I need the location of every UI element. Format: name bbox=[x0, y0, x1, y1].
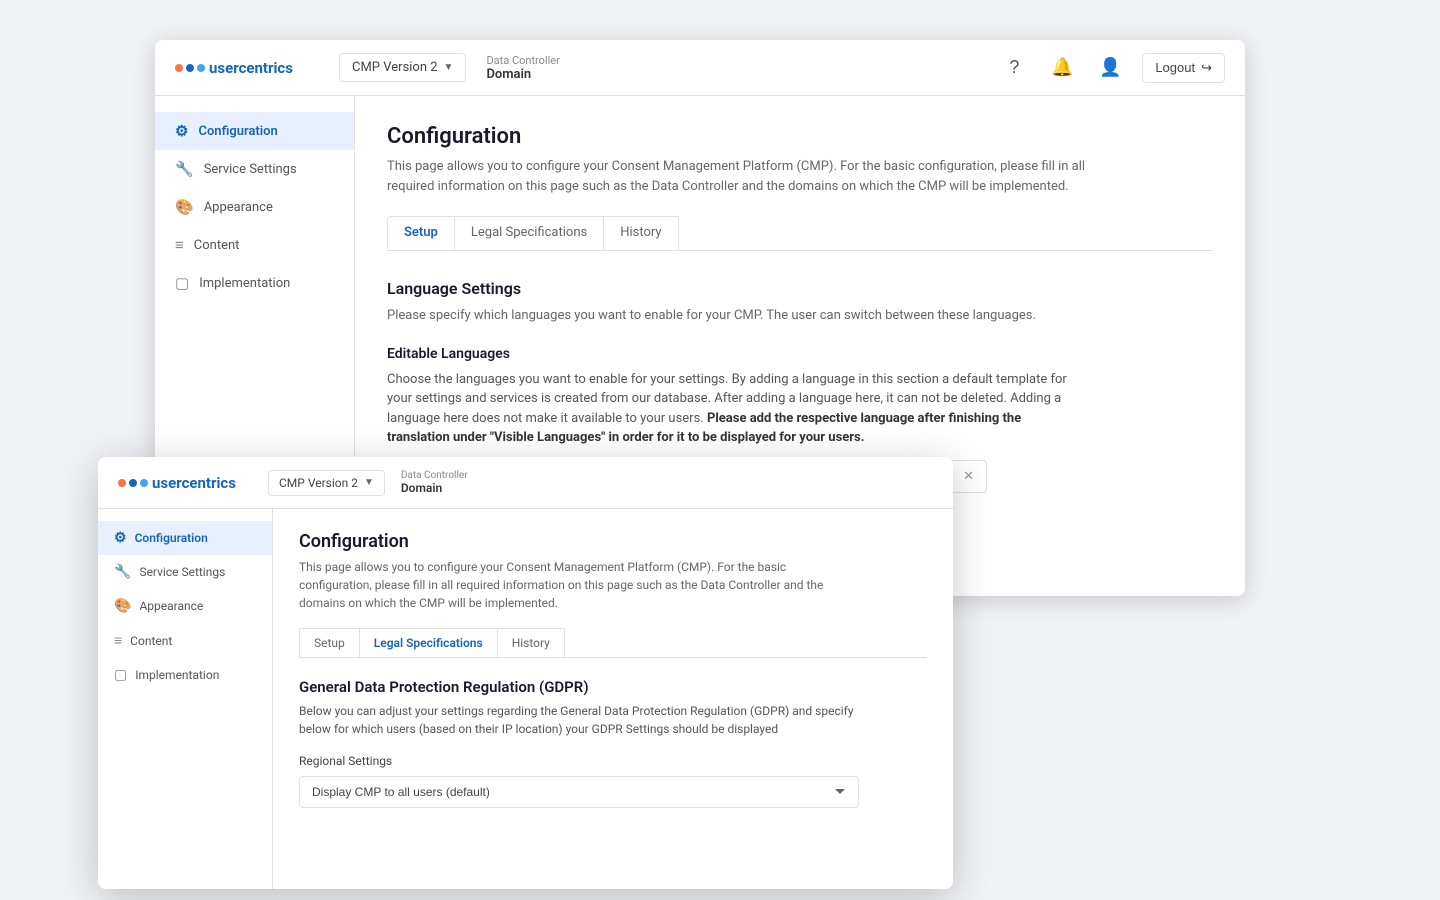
content-icon: ≡ bbox=[175, 236, 184, 254]
sidebar-item-appearance[interactable]: 🎨 Appearance bbox=[155, 188, 354, 226]
inner-dot-blue bbox=[129, 479, 137, 487]
sidebar-item-content[interactable]: ≡ Content bbox=[155, 226, 354, 264]
inner-window: usercentrics CMP Version 2 ▼ Data Contro… bbox=[98, 457, 953, 889]
inner-data-controller-label: Data Controller bbox=[401, 470, 468, 481]
tab-history[interactable]: History bbox=[603, 216, 678, 250]
data-controller: Data Controller Domain bbox=[486, 54, 559, 82]
sidebar-item-implementation[interactable]: ▢ Implementation bbox=[155, 264, 354, 302]
inner-logo-dots bbox=[118, 479, 148, 487]
help-button[interactable]: ? bbox=[998, 52, 1030, 84]
inner-page-description: This page allows you to configure your C… bbox=[299, 558, 859, 612]
inner-data-controller-value: Domain bbox=[401, 481, 468, 495]
editable-languages-desc: Choose the languages you want to enable … bbox=[387, 370, 1087, 448]
service-icon: 🔧 bbox=[175, 160, 194, 178]
inner-tab-legal-specifications[interactable]: Legal Specifications bbox=[359, 628, 498, 657]
dot-light-blue bbox=[197, 64, 205, 72]
inner-tab-legal-label: Legal Specifications bbox=[374, 636, 483, 650]
editable-languages-title: Editable Languages bbox=[387, 346, 1213, 362]
gear-icon: ⚙ bbox=[175, 122, 188, 140]
logo-plain: user bbox=[209, 59, 239, 77]
inner-logo-plain: user bbox=[152, 474, 182, 492]
inner-sidebar: ⚙ Configuration 🔧 Service Settings 🎨 App… bbox=[98, 509, 273, 889]
notifications-button[interactable]: 🔔 bbox=[1046, 52, 1078, 84]
inner-content-icon: ≡ bbox=[114, 632, 122, 649]
sidebar-item-service-settings[interactable]: 🔧 Service Settings bbox=[155, 150, 354, 188]
cmp-version-selector[interactable]: CMP Version 2 ▼ bbox=[339, 53, 466, 82]
outer-header: usercentrics CMP Version 2 ▼ Data Contro… bbox=[155, 40, 1245, 96]
inner-data-controller: Data Controller Domain bbox=[401, 470, 468, 495]
gdpr-title: General Data Protection Regulation (GDPR… bbox=[299, 678, 927, 696]
inner-tab-setup[interactable]: Setup bbox=[299, 628, 360, 657]
dot-orange bbox=[175, 64, 183, 72]
inner-layout: ⚙ Configuration 🔧 Service Settings 🎨 App… bbox=[98, 509, 953, 889]
inner-sidebar-item-service-settings[interactable]: 🔧 Service Settings bbox=[98, 555, 272, 589]
inner-implementation-icon: ▢ bbox=[114, 667, 127, 683]
sidebar-item-label: Content bbox=[194, 238, 240, 253]
inner-sidebar-label: Appearance bbox=[139, 599, 203, 613]
inner-header: usercentrics CMP Version 2 ▼ Data Contro… bbox=[98, 457, 953, 509]
inner-sidebar-item-appearance[interactable]: 🎨 Appearance bbox=[98, 589, 272, 623]
account-button[interactable]: 👤 bbox=[1094, 52, 1126, 84]
outer-logo: usercentrics bbox=[175, 59, 315, 77]
inner-sidebar-item-configuration[interactable]: ⚙ Configuration bbox=[98, 521, 272, 555]
sidebar-item-label: Implementation bbox=[199, 276, 290, 291]
page-title: Configuration bbox=[387, 124, 1213, 149]
inner-cmp-version-label: CMP Version 2 bbox=[279, 476, 358, 490]
chevron-down-icon: ▼ bbox=[444, 62, 454, 73]
regional-settings-select[interactable]: Display CMP to all users (default) Displ… bbox=[299, 776, 859, 808]
inner-page-title: Configuration bbox=[299, 531, 927, 552]
configuration-tabs: Setup Legal Specifications History bbox=[387, 216, 1213, 251]
logo-dots bbox=[175, 64, 205, 72]
inner-tab-history[interactable]: History bbox=[497, 628, 565, 657]
inner-tab-history-label: History bbox=[512, 636, 550, 650]
implementation-icon: ▢ bbox=[175, 274, 189, 292]
logout-label: Logout bbox=[1155, 60, 1195, 75]
inner-sidebar-item-content[interactable]: ≡ Content bbox=[98, 623, 272, 658]
inner-configuration-tabs: Setup Legal Specifications History bbox=[299, 628, 927, 658]
sidebar-item-label: Configuration bbox=[198, 124, 277, 139]
inner-cmp-version-selector[interactable]: CMP Version 2 ▼ bbox=[268, 470, 385, 496]
inner-tab-setup-label: Setup bbox=[314, 636, 345, 650]
header-right: ? 🔔 👤 Logout ↪ bbox=[998, 52, 1225, 84]
sidebar-item-configuration[interactable]: ⚙ Configuration bbox=[155, 112, 354, 150]
tab-history-label: History bbox=[620, 225, 661, 240]
tab-setup-label: Setup bbox=[404, 225, 438, 240]
inner-logo: usercentrics bbox=[118, 474, 248, 492]
inner-sidebar-label: Content bbox=[130, 634, 172, 648]
inner-appearance-icon: 🎨 bbox=[114, 598, 131, 614]
logo-text: usercentrics bbox=[209, 59, 293, 77]
logout-button[interactable]: Logout ↪ bbox=[1142, 53, 1225, 83]
cmp-version-label: CMP Version 2 bbox=[352, 60, 438, 75]
logout-icon: ↪ bbox=[1201, 60, 1212, 76]
gdpr-desc: Below you can adjust your settings regar… bbox=[299, 702, 859, 738]
clear-icon[interactable]: ✕ bbox=[963, 469, 974, 484]
inner-dot-orange bbox=[118, 479, 126, 487]
regional-settings-label: Regional Settings bbox=[299, 754, 927, 768]
tab-legal-label: Legal Specifications bbox=[471, 225, 587, 240]
data-controller-value: Domain bbox=[486, 67, 559, 82]
inner-service-icon: 🔧 bbox=[114, 564, 131, 580]
sidebar-item-label: Appearance bbox=[204, 200, 273, 215]
language-settings-title: Language Settings bbox=[387, 279, 1213, 298]
sidebar-item-label: Service Settings bbox=[204, 162, 297, 177]
inner-logo-bold: centrics bbox=[182, 474, 236, 492]
inner-sidebar-item-implementation[interactable]: ▢ Implementation bbox=[98, 658, 272, 692]
inner-main-content: Configuration This page allows you to co… bbox=[273, 509, 953, 889]
inner-gear-icon: ⚙ bbox=[114, 530, 127, 546]
inner-sidebar-label: Configuration bbox=[135, 531, 208, 545]
inner-chevron-down-icon: ▼ bbox=[364, 477, 374, 488]
inner-sidebar-label: Implementation bbox=[135, 668, 219, 682]
logo-bold: centrics bbox=[239, 59, 293, 77]
appearance-icon: 🎨 bbox=[175, 198, 194, 216]
language-settings-desc: Please specify which languages you want … bbox=[387, 306, 1087, 326]
tab-legal-specifications[interactable]: Legal Specifications bbox=[454, 216, 604, 250]
dot-blue bbox=[186, 64, 194, 72]
inner-logo-text: usercentrics bbox=[152, 474, 236, 492]
page-description: This page allows you to configure your C… bbox=[387, 157, 1087, 196]
tab-setup[interactable]: Setup bbox=[387, 216, 455, 250]
data-controller-label: Data Controller bbox=[486, 54, 559, 67]
inner-dot-light-blue bbox=[140, 479, 148, 487]
inner-sidebar-label: Service Settings bbox=[139, 565, 225, 579]
